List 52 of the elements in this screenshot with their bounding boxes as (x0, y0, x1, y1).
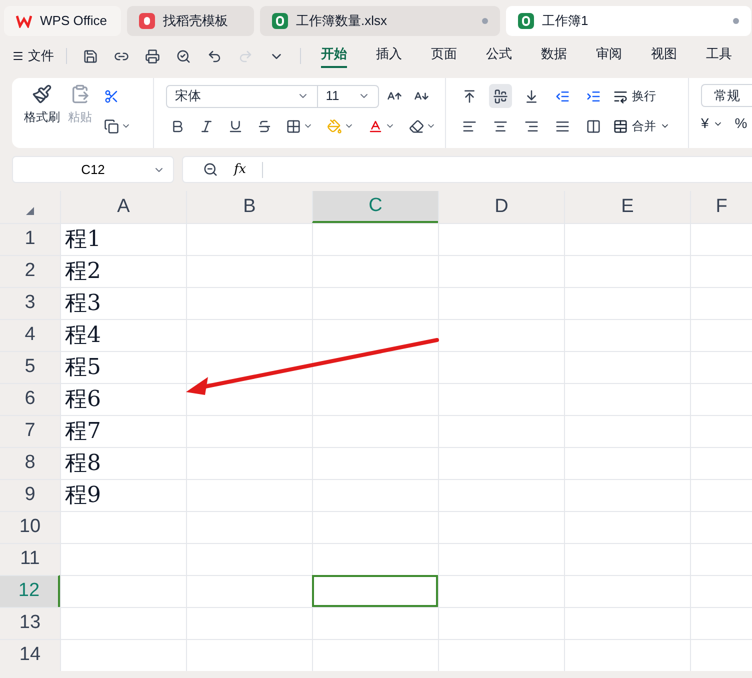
ribbon-tab[interactable]: 插入 (376, 44, 402, 68)
row-header[interactable]: 3 (0, 287, 60, 319)
merge-button[interactable]: 合并 (612, 117, 670, 135)
fx-label[interactable]: fx (234, 160, 246, 180)
file-menu[interactable]: 文件 (12, 46, 54, 66)
row-header[interactable]: 6 (0, 383, 60, 415)
row-header[interactable]: 7 (0, 415, 60, 447)
row-header[interactable]: 2 (0, 255, 60, 287)
wrap-text-button[interactable]: 换行 (612, 87, 656, 105)
column-header[interactable]: E (564, 191, 690, 223)
row-header[interactable]: 10 (0, 511, 60, 543)
font-name-dropdown[interactable]: 宋体 (166, 84, 318, 108)
ribbon-tab[interactable]: 开始 (321, 44, 347, 68)
ribbon-tab[interactable]: 审阅 (596, 44, 622, 68)
table-cell: 程1 (60, 223, 186, 255)
app-tab[interactable]: 工作簿1 (506, 6, 751, 36)
table-cell: 程2 (60, 255, 186, 287)
table-cell: 程7 (60, 415, 186, 447)
row-header[interactable]: 11 (0, 543, 60, 575)
formula-bar[interactable]: fx (182, 156, 752, 183)
table-cell: 程4 (60, 319, 186, 351)
ribbon-tab[interactable]: 工具 (706, 44, 732, 68)
ribbon-tab[interactable]: 数据 (541, 44, 567, 68)
column-header[interactable]: F (690, 191, 752, 223)
ribbon-tab[interactable]: 公式 (486, 44, 512, 68)
column-header[interactable]: A (60, 191, 186, 223)
ribbon-tab[interactable]: 视图 (651, 44, 677, 68)
ribbon-tab[interactable]: 页面 (431, 44, 457, 68)
number-format-dropdown[interactable]: 常规 (701, 84, 752, 107)
name-box[interactable]: C12 (12, 156, 174, 183)
percent-button[interactable]: % (734, 113, 748, 134)
row-header[interactable]: 5 (0, 351, 60, 383)
row-header[interactable]: 1 (0, 223, 60, 255)
table-cell: 程8 (60, 447, 186, 479)
app-tab[interactable]: 找稻壳模板 (127, 6, 254, 36)
row-header[interactable]: 4 (0, 319, 60, 351)
column-header[interactable]: C (312, 191, 438, 223)
table-cell: 程5 (60, 351, 186, 383)
row-header[interactable]: 9 (0, 479, 60, 511)
table-cell: 程3 (60, 287, 186, 319)
row-header[interactable]: 13 (0, 607, 60, 639)
row-header[interactable]: 14 (0, 639, 60, 671)
row-header[interactable]: 12 (0, 575, 60, 607)
table-cell: 程9 (60, 479, 186, 511)
format-painter-button[interactable]: 格式刷 (24, 84, 60, 148)
table-cell: 程6 (60, 383, 186, 415)
row-header[interactable]: 8 (0, 447, 60, 479)
app-tab[interactable]: WPS Office (4, 6, 121, 36)
column-header[interactable]: D (438, 191, 564, 223)
app-tab[interactable]: 工作簿数量.xlsx (260, 6, 500, 36)
currency-button[interactable]: ¥ (701, 113, 723, 134)
font-size-dropdown[interactable]: 11 (318, 84, 379, 108)
